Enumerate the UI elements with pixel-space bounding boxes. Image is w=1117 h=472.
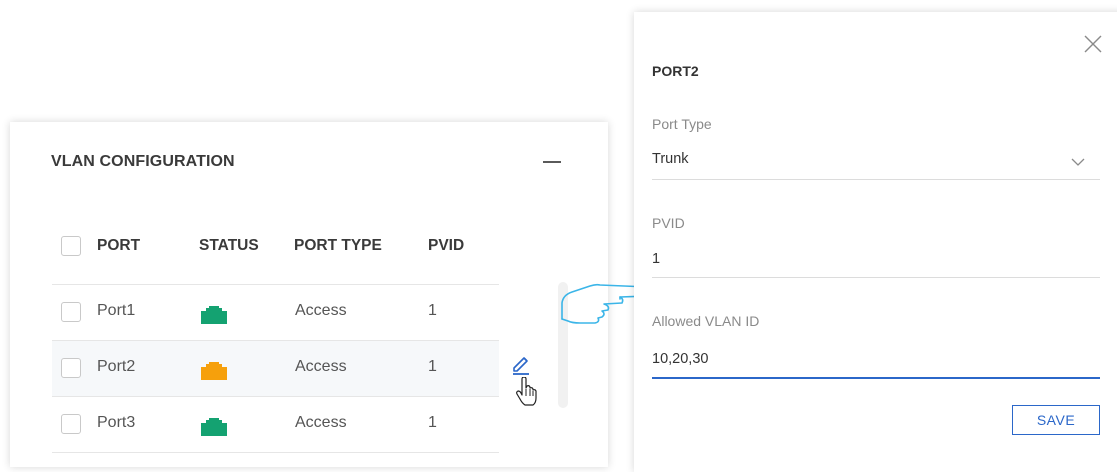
pvid-underline [652,277,1100,278]
row-checkbox[interactable] [61,358,81,378]
port-name: Port3 [97,414,136,431]
column-header-port: PORT [97,237,141,254]
save-button[interactable]: SAVE [1012,405,1100,435]
port-type: Access [295,358,347,375]
chevron-down-icon[interactable] [1071,157,1085,167]
column-header-status: STATUS [199,237,259,254]
column-header-port-type: PORT TYPE [294,237,382,254]
table-row[interactable]: Port2 Access 1 [52,341,499,397]
minimize-icon[interactable] [543,161,561,163]
port-status-icon [201,306,227,324]
card-title: VLAN CONFIGURATION [51,153,235,170]
hand-cursor-icon [516,377,537,406]
pvid-value: 1 [428,302,437,319]
port-name: Port2 [97,358,136,375]
close-icon[interactable] [1084,35,1102,53]
edit-icon[interactable] [510,353,532,375]
port-status-icon [201,362,227,380]
allowed-vlan-label: Allowed VLAN ID [652,313,760,329]
port-name: Port1 [97,302,136,319]
port-type-underline [652,179,1100,180]
port-type: Access [295,414,347,431]
row-checkbox[interactable] [61,302,81,322]
allowed-vlan-input[interactable]: 10,20,30 [652,351,708,367]
port-type-label: Port Type [652,116,712,132]
row-checkbox[interactable] [61,414,81,434]
vlan-configuration-card: VLAN CONFIGURATION PORT STATUS PORT TYPE… [10,122,608,467]
pvid-input[interactable]: 1 [652,251,660,267]
port-type: Access [295,302,347,319]
allowed-vlan-underline [652,377,1100,379]
panel-title: PORT2 [652,63,699,79]
port-type-select[interactable]: Trunk [652,151,689,167]
pvid-value: 1 [428,358,437,375]
table-row[interactable]: Port1 Access 1 [52,285,499,341]
table-row[interactable]: Port3 Access 1 [52,397,499,453]
pvid-label: PVID [652,215,685,231]
port-settings-panel: PORT2 Port Type Trunk PVID 1 Allowed VLA… [634,12,1117,472]
column-header-pvid: PVID [428,237,465,254]
select-all-checkbox[interactable] [61,236,81,256]
pvid-value: 1 [428,414,437,431]
port-status-icon [201,418,227,436]
